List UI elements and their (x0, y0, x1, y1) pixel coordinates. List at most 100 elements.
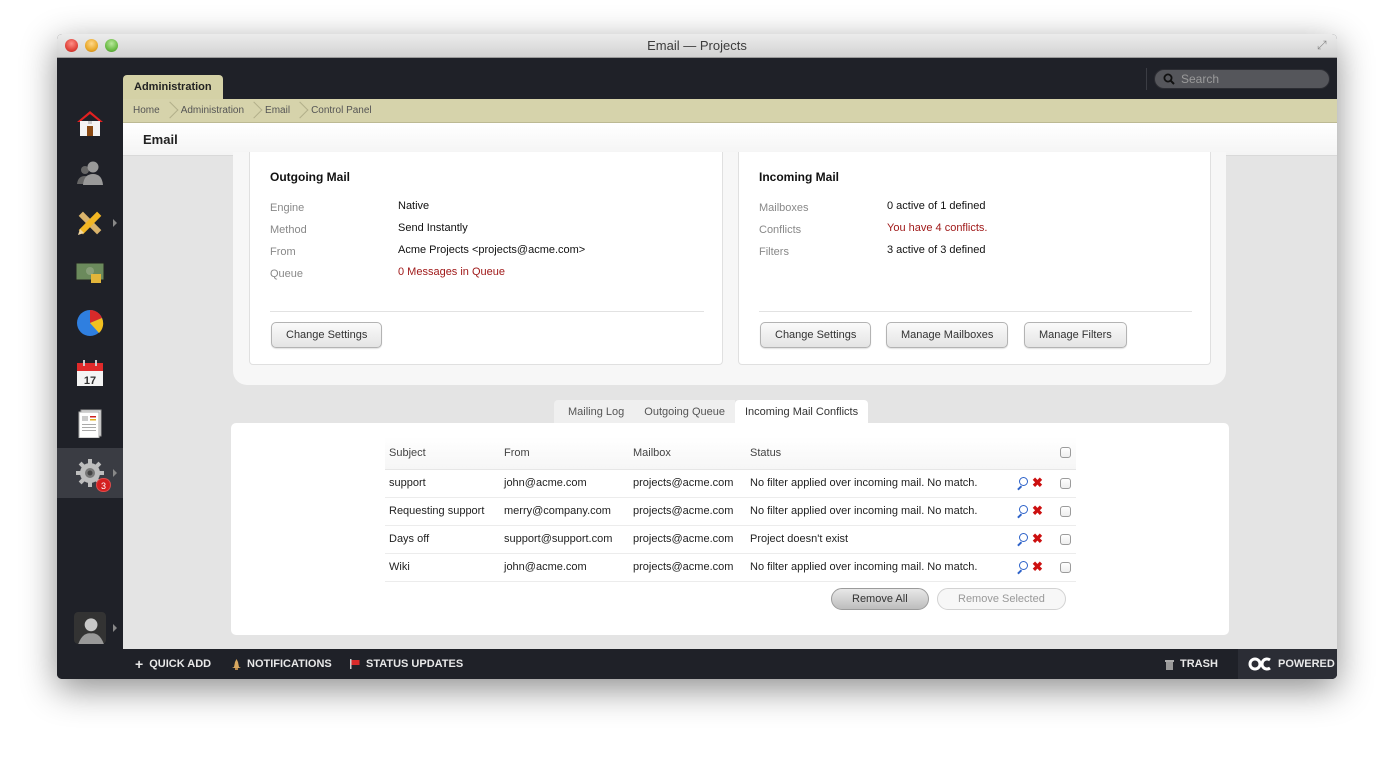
fullscreen-icon[interactable]: ⤢ (1317, 38, 1331, 52)
incoming-mail-title: Incoming Mail (759, 170, 840, 184)
manage-filters-button[interactable]: Manage Filters (1024, 322, 1127, 348)
delete-icon[interactable]: ✖ (1032, 532, 1043, 545)
view-icon[interactable] (1016, 505, 1028, 517)
field-value: Native (398, 200, 430, 212)
tab-administration[interactable]: Administration (123, 75, 223, 99)
incoming-mail-card: Incoming Mail Mailboxes 0 active of 1 def… (738, 152, 1211, 365)
title-bar: Email — Projects ⤢ (57, 34, 1337, 58)
sidebar-item-finance[interactable] (57, 248, 123, 298)
field-label: Queue (270, 268, 304, 280)
window-title: Email — Projects (647, 38, 747, 53)
breadcrumb-separator (166, 99, 175, 123)
view-icon[interactable] (1016, 561, 1028, 573)
breadcrumb: Home Administration Email Control Panel (123, 99, 1337, 123)
tab-mailing-log[interactable]: Mailing Log (554, 400, 635, 425)
column-header-actions (1012, 437, 1054, 470)
manage-mailboxes-button[interactable]: Manage Mailboxes (886, 322, 1009, 348)
top-bar: Administration (123, 58, 1337, 99)
field-label: Engine (270, 202, 305, 214)
cell-status: No filter applied over incoming mail. No… (746, 497, 1012, 526)
outgoing-mail-title: Outgoing Mail (270, 170, 350, 184)
quick-add-button[interactable]: + QUICK ADD (135, 649, 211, 679)
row-checkbox[interactable] (1059, 477, 1071, 489)
search-input[interactable] (1181, 72, 1321, 86)
cell-from: john@acme.com (500, 553, 629, 582)
column-header-subject[interactable]: Subject (385, 437, 500, 470)
sidebar-item-documents[interactable] (57, 398, 123, 448)
submenu-arrow-icon (113, 624, 117, 632)
cell-mailbox: projects@acme.com (629, 553, 746, 582)
cell-mailbox: projects@acme.com (629, 497, 746, 526)
divider (759, 311, 1192, 312)
sidebar-item-reports[interactable] (57, 298, 123, 348)
cell-from: support@support.com (500, 525, 629, 554)
trash-label: TRASH (1180, 658, 1218, 670)
powered-by[interactable]: POWERED (1238, 649, 1337, 679)
sidebar-item-people[interactable] (57, 148, 123, 198)
sidebar-item-projects[interactable] (57, 198, 123, 248)
delete-icon[interactable]: ✖ (1032, 504, 1043, 517)
row-checkbox[interactable] (1059, 505, 1071, 517)
conflicts-link[interactable]: You have 4 conflicts. (887, 222, 988, 234)
select-all-checkbox[interactable] (1059, 447, 1071, 459)
column-header-status[interactable]: Status (746, 437, 1012, 470)
field-label: Method (270, 224, 307, 236)
breadcrumb-separator (250, 99, 259, 123)
delete-icon[interactable]: ✖ (1032, 560, 1043, 573)
trash-icon (1165, 659, 1174, 670)
remove-all-button[interactable]: Remove All (831, 588, 929, 610)
plus-icon: + (135, 656, 144, 672)
view-icon[interactable] (1016, 533, 1028, 545)
cell-actions: ✖ (1012, 497, 1054, 526)
cell-mailbox: projects@acme.com (629, 525, 746, 554)
money-icon (75, 262, 105, 283)
tab-outgoing-queue[interactable]: Outgoing Queue (634, 400, 735, 425)
queue-status-link[interactable]: 0 Messages in Queue (398, 266, 505, 278)
table-row: Wiki john@acme.com projects@acme.com No … (385, 553, 1076, 582)
breadcrumb-administration[interactable]: Administration (181, 105, 244, 116)
cell-select (1054, 497, 1076, 526)
powered-item: POWERED (1248, 649, 1335, 679)
outgoing-mail-card: Outgoing Mail Engine Native Method Send In… (249, 152, 723, 365)
cell-subject: Requesting support (385, 497, 500, 526)
row-checkbox[interactable] (1059, 533, 1071, 545)
row-checkbox[interactable] (1059, 561, 1071, 573)
sidebar-item-profile[interactable] (57, 603, 123, 653)
delete-icon[interactable]: ✖ (1032, 476, 1043, 489)
column-header-mailbox[interactable]: Mailbox (629, 437, 746, 470)
cell-select (1054, 553, 1076, 582)
pencil-ruler-icon (78, 211, 102, 235)
cell-select (1054, 525, 1076, 554)
breadcrumb-home[interactable]: Home (133, 105, 160, 116)
cell-mailbox: projects@acme.com (629, 469, 746, 498)
select-all-cell (1054, 437, 1076, 470)
column-header-from[interactable]: From (500, 437, 629, 470)
tab-incoming-mail-conflicts[interactable]: Incoming Mail Conflicts (735, 400, 869, 425)
status-updates-button[interactable]: STATUS UPDATES (350, 649, 463, 679)
sidebar-item-settings[interactable]: 3 (57, 448, 123, 498)
notification-badge: 3 (96, 478, 111, 492)
conflicts-table: Subject From Mailbox Status support john… (385, 437, 1076, 582)
bell-icon (232, 658, 241, 670)
field-label: Conflicts (759, 224, 802, 236)
trash-button[interactable]: TRASH (1165, 649, 1218, 679)
mail-settings-panel: Outgoing Mail Engine Native Method Send In… (233, 152, 1226, 385)
view-icon[interactable] (1016, 477, 1028, 489)
breadcrumb-email[interactable]: Email (265, 105, 290, 116)
conflicts-panel: Subject From Mailbox Status support john… (231, 423, 1229, 635)
divider (1146, 68, 1147, 90)
submenu-arrow-icon (113, 219, 117, 227)
cell-actions: ✖ (1012, 553, 1054, 582)
outgoing-change-settings-button[interactable]: Change Settings (271, 322, 383, 348)
breadcrumb-control-panel[interactable]: Control Panel (311, 105, 372, 116)
search-box[interactable] (1154, 69, 1330, 89)
incoming-change-settings-button[interactable]: Change Settings (760, 322, 872, 348)
sidebar-item-calendar[interactable]: 17 (57, 348, 123, 398)
main-content: Outgoing Mail Engine Native Method Send In… (123, 152, 1337, 649)
cell-subject: Days off (385, 525, 500, 554)
notifications-button[interactable]: NOTIFICATIONS (232, 649, 332, 679)
people-icon (77, 161, 103, 185)
field-value: 0 active of 1 defined (887, 200, 986, 212)
remove-selected-button[interactable]: Remove Selected (937, 588, 1066, 610)
sidebar-item-home[interactable] (57, 98, 123, 148)
